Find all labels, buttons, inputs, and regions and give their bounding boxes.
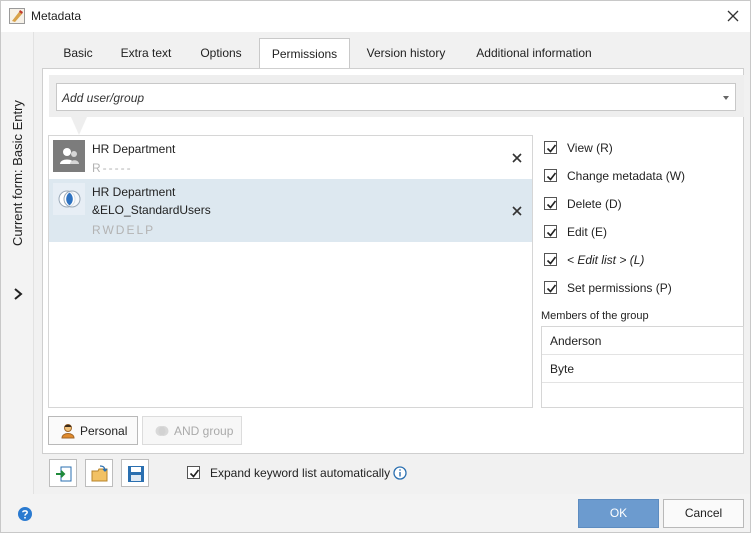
permission-entries-list: HR Department R----- HR Department &ELO_… — [48, 135, 533, 408]
apply-button[interactable] — [49, 459, 77, 487]
tab-basic[interactable]: Basic — [52, 38, 104, 69]
caret-pointer — [71, 117, 87, 135]
checkbox-label: View (R) — [567, 141, 613, 155]
group-intersection-icon — [53, 183, 85, 215]
member-item[interactable]: Anderson — [542, 327, 743, 355]
personal-button[interactable]: Personal — [48, 416, 138, 445]
expand-keyword-label: Expand keyword list automatically — [210, 466, 391, 480]
info-icon[interactable] — [393, 466, 407, 480]
group-intersection-icon — [155, 426, 169, 436]
member-item[interactable]: Byte — [542, 355, 743, 383]
tab-permissions[interactable]: Permissions — [259, 38, 350, 69]
tab-extra-text[interactable]: Extra text — [112, 38, 180, 69]
open-button[interactable] — [85, 459, 113, 487]
checkbox[interactable] — [187, 466, 200, 479]
entry-permissions: R----- — [92, 161, 133, 175]
entry-name: HR Department — [92, 185, 176, 199]
checkbox[interactable] — [544, 281, 557, 294]
entry-name: HR Department — [92, 142, 176, 156]
and-group-button[interactable]: AND group — [142, 416, 242, 445]
checkbox-label: Set permissions (P) — [567, 281, 672, 295]
tab-version-history[interactable]: Version history — [359, 38, 453, 69]
title-bar: Metadata — [1, 1, 750, 32]
remove-icon[interactable] — [512, 153, 522, 163]
list-item[interactable]: HR Department &ELO_StandardUsers RWDELP — [49, 179, 532, 242]
person-icon — [61, 424, 75, 439]
add-user-combobox[interactable]: Add user/group — [56, 83, 736, 111]
dropdown-arrow-icon[interactable] — [723, 96, 729, 100]
checkbox[interactable] — [544, 141, 557, 154]
and-group-label: AND group — [174, 424, 234, 438]
app-icon — [9, 8, 25, 24]
close-icon[interactable] — [724, 7, 742, 25]
member-item[interactable] — [542, 383, 743, 411]
import-icon — [56, 466, 72, 482]
checkbox-label: Delete (D) — [567, 197, 622, 211]
checkbox[interactable] — [544, 225, 557, 238]
cancel-button[interactable]: Cancel — [663, 499, 744, 528]
checkbox-label: Change metadata (W) — [567, 169, 686, 183]
chevron-right-icon[interactable] — [12, 287, 24, 301]
help-icon[interactable] — [18, 507, 32, 521]
metadata-dialog: Metadata Current form: Basic Entry Basic… — [0, 0, 751, 533]
remove-icon[interactable] — [512, 206, 522, 216]
folder-open-icon — [91, 465, 108, 482]
list-item[interactable]: HR Department R----- — [49, 136, 532, 178]
form-sidebar: Current form: Basic Entry — [1, 32, 34, 494]
checkbox-label: Edit (E) — [567, 225, 608, 239]
members-list: Anderson Byte — [541, 326, 744, 408]
checkbox[interactable] — [544, 253, 557, 266]
entry-name-secondary: &ELO_StandardUsers — [92, 203, 211, 217]
checkbox[interactable] — [544, 197, 557, 210]
window-title: Metadata — [31, 9, 82, 23]
entry-permissions: RWDELP — [92, 223, 156, 237]
save-button[interactable] — [121, 459, 149, 487]
members-title: Members of the group — [541, 310, 649, 322]
current-form-label: Current form: Basic Entry — [10, 100, 25, 246]
save-icon — [128, 466, 144, 482]
checkbox-label: < Edit list > (L) — [567, 253, 645, 267]
checkbox[interactable] — [544, 169, 557, 182]
personal-label: Personal — [80, 424, 128, 438]
user-icon — [53, 140, 85, 172]
add-user-placeholder: Add user/group — [62, 91, 145, 105]
ok-button[interactable]: OK — [578, 499, 659, 528]
tab-options[interactable]: Options — [188, 38, 254, 69]
tab-additional-information[interactable]: Additional information — [466, 38, 602, 69]
